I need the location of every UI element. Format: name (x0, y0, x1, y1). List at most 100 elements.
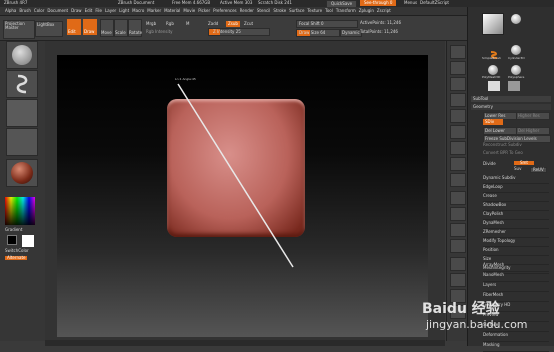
see-through-slider[interactable]: See-through 0 (360, 0, 397, 6)
texture-slot[interactable] (6, 128, 38, 156)
geometry-item-claypolish[interactable]: ClayPolish (483, 211, 549, 220)
del-higher-button[interactable]: Del Higher (516, 127, 550, 135)
scale-view-button[interactable] (450, 223, 466, 237)
edit-button[interactable]: Edit (67, 19, 81, 35)
recent-tool-thumb[interactable] (488, 81, 500, 91)
persp-button[interactable] (450, 125, 466, 139)
mrgb-button[interactable]: Mrgb (146, 22, 156, 26)
document-canvas[interactable]: Ln:1 Angle:45 (57, 55, 428, 337)
geometry-item-modify-topology[interactable]: Modify Topology (483, 238, 549, 247)
geometry-item-zremesher[interactable]: ZRemesher (483, 229, 549, 238)
subtool-header[interactable]: SubTool (471, 96, 551, 102)
menu-item-file[interactable]: File (95, 8, 102, 13)
polysphere-tool-thumb[interactable] (511, 65, 521, 75)
geometry-item-dynamic-subdiv[interactable]: Dynamic Subdiv (483, 175, 549, 184)
higher-res-button[interactable]: Higher Res (516, 112, 550, 120)
scroll-button[interactable] (450, 77, 466, 91)
lightbox-button[interactable]: LightBox (35, 21, 63, 37)
xyz-button[interactable] (450, 173, 466, 187)
stroke-slot[interactable] (6, 70, 38, 98)
menu-item-tool[interactable]: Tool (325, 8, 333, 13)
dynamic-button[interactable]: Dynamic (340, 29, 362, 37)
main-color-swatch[interactable] (22, 235, 34, 247)
menu-item-movie[interactable]: Movie (183, 8, 195, 13)
focal-shift-slider[interactable]: Focal Shift 0 (296, 20, 358, 28)
draw-size-slider[interactable]: Draw Size 64 (296, 29, 340, 37)
secondary-color-swatch[interactable] (7, 235, 17, 245)
menu-item-light[interactable]: Light (119, 8, 129, 13)
actual-button[interactable] (450, 109, 466, 123)
sphere-tool-thumb[interactable] (511, 14, 521, 24)
switch-color-button[interactable]: SwitchColor (5, 249, 29, 253)
menu-item-brush[interactable]: Brush (19, 8, 31, 13)
frame-button[interactable] (450, 191, 466, 205)
polymesh-tool-thumb[interactable] (488, 65, 498, 75)
gradient-label[interactable]: Gradient (5, 228, 22, 232)
geometry-item-edgeloop[interactable]: EdgeLoop (483, 184, 549, 193)
m-button[interactable]: M (186, 22, 189, 26)
color-picker[interactable] (5, 197, 35, 225)
material-slot[interactable] (6, 159, 38, 187)
geometry-item-crease[interactable]: Crease (483, 193, 549, 202)
convert-bpr-button[interactable]: Convert BPR To Geo (483, 151, 523, 155)
brush-slot[interactable] (6, 41, 38, 69)
tool-subpalette-nanomesh[interactable]: NanoMesh (483, 272, 549, 282)
menu-item-render[interactable]: Render (240, 8, 254, 13)
menu-item-zplugin[interactable]: Zplugin (359, 8, 374, 13)
rotate-button[interactable]: Rotate (128, 19, 142, 37)
menu-item-surface[interactable]: Surface (289, 8, 304, 13)
menu-item-transform[interactable]: Transform (336, 8, 356, 13)
cylinder-tool-thumb[interactable] (511, 45, 521, 55)
tool-subpalette-masking[interactable]: Masking (483, 342, 549, 352)
reuv-button[interactable]: ReUV (530, 167, 547, 173)
z-intensity-slider[interactable]: Z Intensity 25 (208, 28, 270, 36)
menu-item-layer[interactable]: Layer (105, 8, 116, 13)
projection-master-button[interactable]: Projection Master (3, 20, 35, 39)
default-zscript[interactable]: DefaultZScript (420, 1, 449, 5)
polyf-button[interactable] (450, 257, 466, 271)
alternate-button[interactable]: Alternate (5, 256, 28, 260)
menu-item-material[interactable]: Material (164, 8, 180, 13)
floor-button[interactable] (450, 141, 466, 155)
move-view-button[interactable] (450, 207, 466, 221)
tool-subpalette-arraymesh[interactable]: ArrayMesh (483, 262, 549, 272)
menu-item-draw[interactable]: Draw (71, 8, 81, 13)
rgb-intensity-slider[interactable]: Rgb Intensity (146, 30, 173, 34)
geometry-item-position[interactable]: Position (483, 247, 549, 256)
menu-item-macro[interactable]: Macro (132, 8, 144, 13)
zoom-button[interactable] (450, 93, 466, 107)
smt-toggle[interactable]: Smt (514, 161, 535, 165)
local-button[interactable] (450, 157, 466, 171)
bpr-button[interactable] (450, 45, 466, 59)
current-tool-thumb[interactable] (482, 13, 504, 35)
simplebrush-tool-thumb[interactable] (490, 45, 498, 59)
zsub-button[interactable]: Zsub (226, 21, 240, 27)
draw-button[interactable]: Draw (83, 19, 97, 35)
menus-toggle[interactable]: Menus (404, 1, 417, 5)
tool-subpalette-layers[interactable]: Layers (483, 282, 549, 292)
geometry-item-dynamesh[interactable]: DynaMesh (483, 220, 549, 229)
menu-item-alpha[interactable]: Alpha (5, 8, 16, 13)
reconstruct-subdiv-button[interactable]: Reconstruct Subdiv (483, 143, 522, 147)
geometry-header[interactable]: Geometry (471, 104, 551, 110)
menu-item-picker[interactable]: Picker (198, 8, 210, 13)
spix-button[interactable] (450, 61, 466, 75)
sdiv-slider[interactable]: SDiv (483, 119, 503, 125)
zcut-button[interactable]: Zcut (244, 22, 253, 26)
transp-button[interactable] (450, 273, 466, 287)
menu-item-preferences[interactable]: Preferences (213, 8, 237, 13)
menu-item-zscript[interactable]: Zscript (377, 8, 391, 13)
menu-item-stroke[interactable]: Stroke (273, 8, 286, 13)
divide-button[interactable]: Divide (483, 162, 496, 166)
rgb-button[interactable]: Rgb (166, 22, 174, 26)
rotate-view-button[interactable] (450, 239, 466, 253)
menu-item-marker[interactable]: Marker (147, 8, 161, 13)
zadd-button[interactable]: Zadd (208, 22, 218, 26)
alpha-slot[interactable] (6, 99, 38, 127)
menu-item-document[interactable]: Document (47, 8, 68, 13)
recent-tool-thumb-2[interactable] (508, 81, 520, 91)
suv-toggle[interactable]: Suv (514, 167, 521, 171)
move-button[interactable]: Move (100, 19, 114, 37)
del-lower-button[interactable]: Del Lower (483, 127, 517, 135)
menu-item-texture[interactable]: Texture (307, 8, 322, 13)
